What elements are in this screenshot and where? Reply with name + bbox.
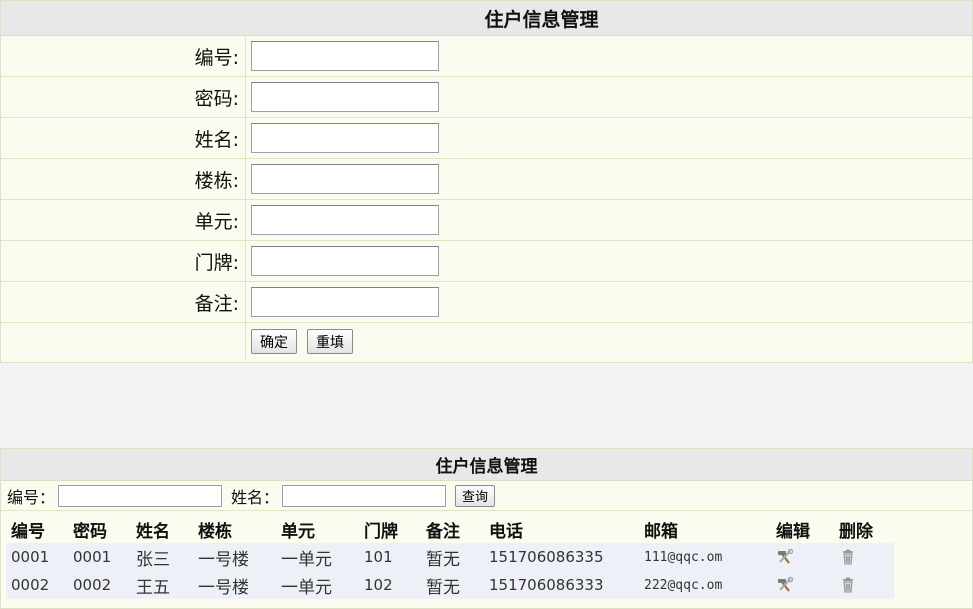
trash-can-icon[interactable]	[839, 576, 857, 594]
col-note: 备注	[426, 521, 460, 542]
search-id-label: 编号：	[7, 487, 56, 507]
cell-building: 一号楼	[193, 571, 276, 599]
cell-unit: 一单元	[276, 543, 359, 571]
table-row: 0001 0001 张三 一号楼 一单元 101 暂无 151706086335…	[6, 543, 894, 571]
cell-phone: 151706086335	[484, 543, 639, 571]
form-row-password: 密码:	[1, 77, 972, 118]
form-row-note: 备注:	[1, 282, 972, 323]
cell-note: 暂无	[421, 571, 484, 599]
cell-delete	[834, 543, 894, 571]
trash-can-icon[interactable]	[839, 548, 857, 566]
table-header-row: 编号 密码 姓名 楼栋 单元 门牌 备注 电话 邮箱 编辑 删除	[6, 515, 894, 543]
col-unit: 单元	[281, 521, 315, 542]
resident-table: 编号 密码 姓名 楼栋 单元 门牌 备注 电话 邮箱 编辑 删除 0001 00…	[6, 515, 894, 599]
col-email: 邮箱	[644, 521, 678, 542]
form-title: 住户信息管理	[1, 1, 972, 36]
col-name: 姓名	[136, 521, 170, 542]
col-delete: 删除	[839, 521, 873, 542]
list-title: 住户信息管理	[1, 449, 972, 481]
field-label-building: 楼栋:	[1, 159, 246, 199]
col-edit: 编辑	[776, 521, 810, 542]
col-door: 门牌	[364, 521, 398, 542]
cell-password: 0001	[68, 543, 131, 571]
field-label-door: 门牌:	[1, 241, 246, 281]
cell-edit	[771, 543, 834, 571]
hammer-wrench-icon[interactable]	[776, 576, 794, 594]
resident-list-panel: 住户信息管理 编号： 姓名： 查询 编号 密码 姓名 楼栋 单元 门牌 备注 电…	[0, 448, 973, 609]
cell-name: 王五	[131, 571, 193, 599]
cell-door: 101	[359, 543, 421, 571]
search-name-label: 姓名：	[231, 487, 280, 507]
door-input[interactable]	[251, 246, 439, 276]
cell-email: 111@qqc.om	[639, 543, 771, 571]
form-row-door: 门牌:	[1, 241, 972, 282]
reset-button[interactable]: 重填	[307, 329, 353, 354]
cell-password: 0002	[68, 571, 131, 599]
cell-edit	[771, 571, 834, 599]
cell-building: 一号楼	[193, 543, 276, 571]
form-row-building: 楼栋:	[1, 159, 972, 200]
name-input[interactable]	[251, 123, 439, 153]
cell-delete	[834, 571, 894, 599]
id-input[interactable]	[251, 41, 439, 71]
table-row: 0002 0002 王五 一号楼 一单元 102 暂无 151706086333…	[6, 571, 894, 599]
cell-note: 暂无	[421, 543, 484, 571]
col-password: 密码	[73, 521, 107, 542]
cell-phone: 151706086333	[484, 571, 639, 599]
password-input[interactable]	[251, 82, 439, 112]
col-phone: 电话	[489, 521, 523, 542]
cell-email: 222@qqc.om	[639, 571, 771, 599]
cell-id: 0002	[6, 571, 68, 599]
note-input[interactable]	[251, 287, 439, 317]
field-label-password: 密码:	[1, 77, 246, 117]
form-row-buttons: 确定 重填	[1, 323, 972, 360]
col-id: 编号	[11, 521, 45, 542]
cell-id: 0001	[6, 543, 68, 571]
cell-name: 张三	[131, 543, 193, 571]
col-building: 楼栋	[198, 521, 232, 542]
building-input[interactable]	[251, 164, 439, 194]
form-row-name: 姓名:	[1, 118, 972, 159]
hammer-wrench-icon[interactable]	[776, 548, 794, 566]
cell-unit: 一单元	[276, 571, 359, 599]
resident-form-panel: 住户信息管理 编号: 密码: 姓名: 楼栋: 单元: 门牌: 备注: 确定 重填	[0, 0, 973, 363]
search-bar: 编号： 姓名： 查询	[1, 481, 972, 511]
form-row-unit: 单元:	[1, 200, 972, 241]
search-name-input[interactable]	[282, 484, 447, 507]
field-label-id: 编号:	[1, 36, 246, 76]
search-id-input[interactable]	[58, 484, 223, 507]
field-label-note: 备注:	[1, 282, 246, 322]
field-label-unit: 单元:	[1, 200, 246, 240]
query-button[interactable]: 查询	[455, 484, 496, 507]
field-label-name: 姓名:	[1, 118, 246, 158]
cell-door: 102	[359, 571, 421, 599]
unit-input[interactable]	[251, 205, 439, 235]
confirm-button[interactable]: 确定	[251, 329, 297, 354]
form-row-id: 编号:	[1, 36, 972, 77]
